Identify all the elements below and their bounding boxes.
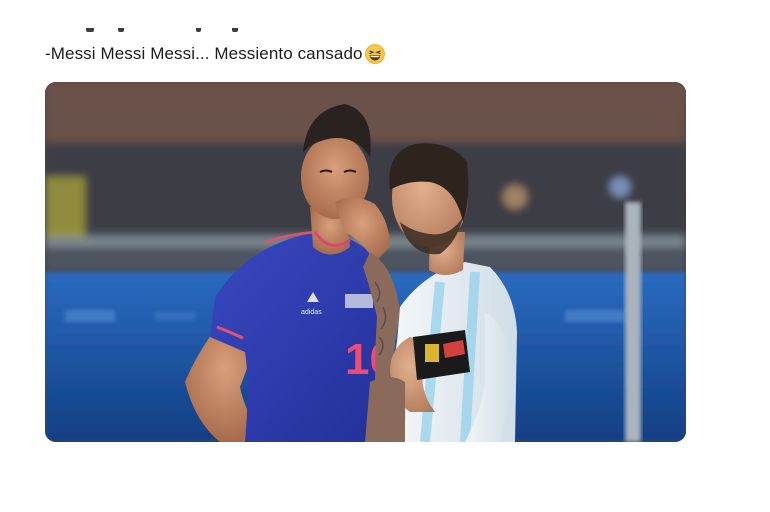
tweet-text: -Messi Messi Messi... Messiento cansado <box>45 44 385 64</box>
tweet-card: -Messi Messi Messi... Messiento cansado <box>0 0 770 512</box>
grinning-face-emoji-icon <box>364 44 385 64</box>
captain-armband <box>413 330 470 380</box>
svg-text:adidas: adidas <box>301 309 322 316</box>
tweet-photo[interactable]: adidas 10 <box>45 82 686 442</box>
tweet-text-content: -Messi Messi Messi... Messiento cansado <box>45 44 363 63</box>
photo-illustration: adidas 10 <box>45 82 686 442</box>
cropped-header-line <box>46 28 266 36</box>
